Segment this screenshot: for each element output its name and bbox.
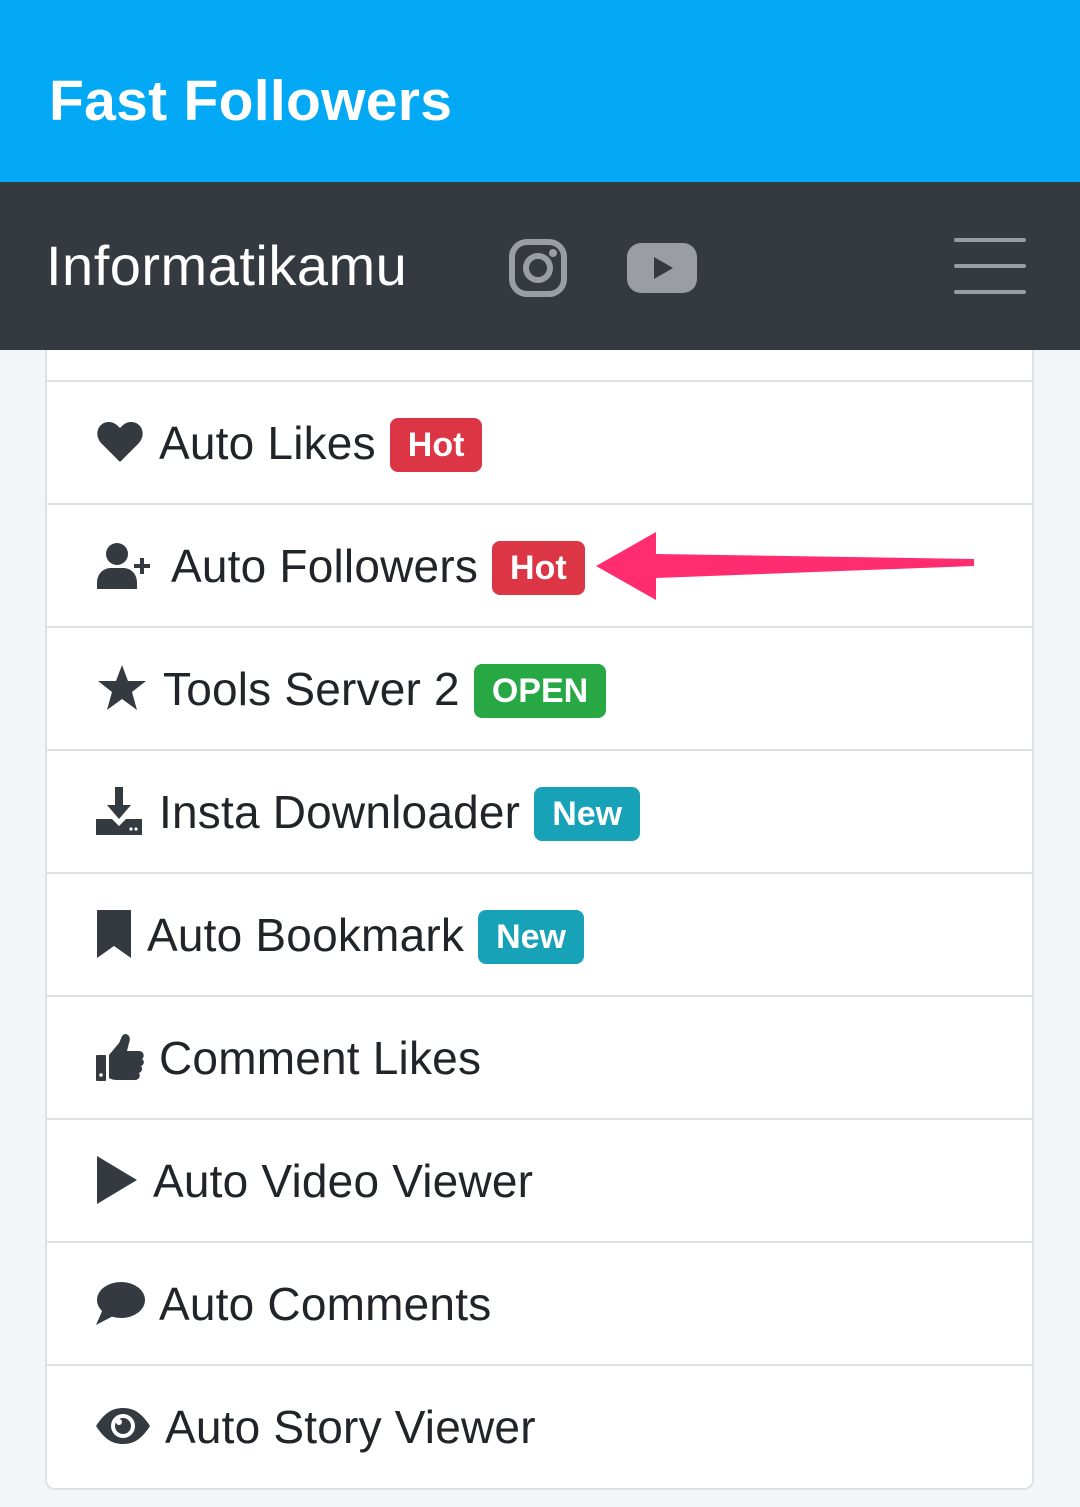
menu-item-label: Auto Followers — [171, 539, 479, 592]
eye-icon — [96, 1408, 150, 1444]
hamburger-menu-icon[interactable] — [952, 238, 1028, 294]
menu-item-auto-story-viewer[interactable]: Auto Story Viewer — [47, 1366, 1032, 1487]
menu-item-auto-video-viewer[interactable]: Auto Video Viewer — [47, 1120, 1032, 1241]
heart-icon — [97, 422, 143, 462]
menu-item-label: Auto Comments — [159, 1277, 492, 1330]
download-icon — [96, 787, 142, 835]
menu-item-label: Insta Downloader — [159, 785, 521, 838]
app-title: Fast Followers — [49, 69, 453, 133]
menu-item-auto-bookmark[interactable]: Auto Bookmark New — [47, 874, 1032, 995]
menu-item-comment-likes[interactable]: Comment Likes — [47, 997, 1032, 1118]
new-badge: New — [478, 909, 584, 964]
hot-badge: Hot — [492, 540, 585, 595]
play-icon — [97, 1156, 137, 1204]
menu-item-label: Comment Likes — [159, 1031, 482, 1084]
annotation-arrow — [596, 532, 974, 600]
thumbs-up-icon — [96, 1034, 144, 1081]
new-badge: New — [534, 786, 641, 841]
youtube-icon[interactable] — [626, 242, 698, 294]
menu-list: Auto Likes Hot Auto Followers Hot Tools … — [45, 350, 1034, 1490]
menu-item-label: Tools Server 2 — [163, 662, 460, 715]
menu-item-tools-server-2[interactable]: Tools Server 2 OPEN — [47, 628, 1032, 749]
menu-item-auto-comments[interactable]: Auto Comments — [47, 1243, 1032, 1364]
menu-item-label: Auto Bookmark — [147, 908, 465, 961]
menu-item-label: Auto Story Viewer — [165, 1400, 536, 1453]
menu-item-insta-downloader[interactable]: Insta Downloader New — [47, 751, 1032, 872]
menu-item-label: Auto Likes — [159, 416, 376, 469]
menu-item-label: Auto Video Viewer — [153, 1154, 534, 1207]
star-icon — [98, 665, 146, 710]
open-badge: OPEN — [473, 663, 607, 718]
app-bar: Fast Followers — [0, 0, 1080, 182]
user-plus-icon — [97, 543, 150, 589]
navbar: Informatikamu — [0, 182, 1080, 350]
menu-item-auto-likes[interactable]: Auto Likes Hot — [47, 382, 1032, 503]
bookmark-icon — [97, 910, 131, 958]
comment-icon — [96, 1282, 145, 1325]
navbar-brand[interactable]: Informatikamu — [46, 230, 407, 302]
instagram-icon[interactable] — [508, 238, 568, 298]
hot-badge: Hot — [389, 417, 483, 472]
